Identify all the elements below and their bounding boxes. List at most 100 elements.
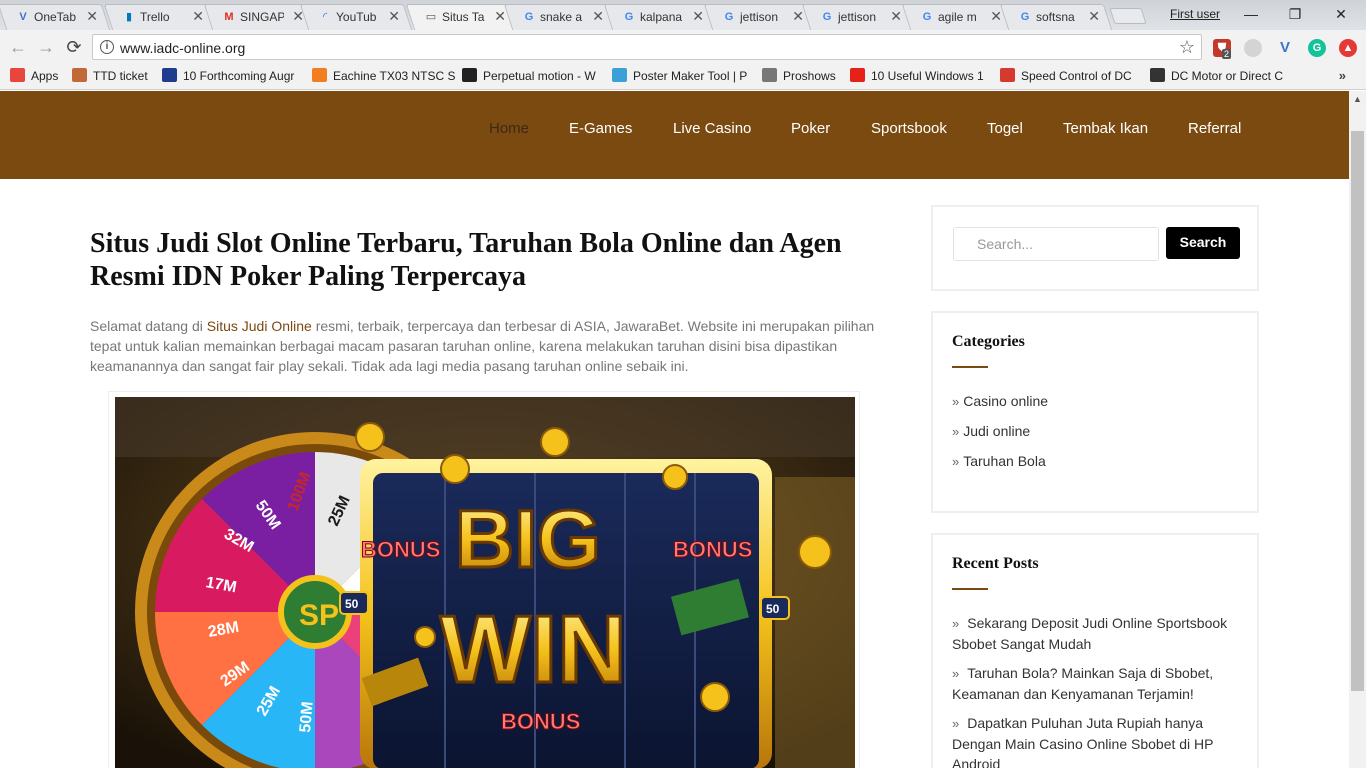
chevron-right-icon: »: [952, 424, 960, 439]
bookmark-item[interactable]: Proshows: [762, 68, 846, 86]
category-link[interactable]: » Taruhan Bola: [952, 453, 1046, 469]
recent-post-link[interactable]: » Dapatkan Puluhan Juta Rupiah hanya Deng…: [952, 713, 1242, 768]
site-info-icon[interactable]: i: [100, 40, 114, 54]
bookmark-item[interactable]: Apps: [10, 68, 68, 86]
nav-e-games[interactable]: E-Games: [569, 120, 632, 137]
tab-close-icon[interactable]: ✕: [192, 8, 204, 25]
categories-widget: Categories » Casino online» Judi online» Ta…: [931, 311, 1259, 513]
scroll-up-arrow-icon[interactable]: ▲: [1349, 91, 1366, 108]
bookmark-item[interactable]: Speed Control of DC: [1000, 68, 1146, 86]
tab-title: jettison: [740, 10, 779, 24]
tab-close-icon[interactable]: ✕: [494, 8, 506, 25]
google-icon: G: [822, 11, 832, 23]
nav-togel[interactable]: Togel: [987, 120, 1023, 137]
tab-close-icon[interactable]: ✕: [692, 8, 704, 25]
browser-tab[interactable]: M SINGAP ✕: [203, 4, 317, 30]
bookmark-label: Speed Control of DC: [1021, 69, 1132, 83]
nav-live-casino[interactable]: Live Casino: [673, 120, 751, 137]
category-link[interactable]: » Casino online: [952, 393, 1048, 409]
page-scrollbar[interactable]: ▲: [1349, 91, 1366, 768]
dc-icon: [1150, 68, 1165, 82]
extension-gray-icon[interactable]: [1244, 39, 1262, 57]
close-window-button[interactable]: ✕: [1318, 3, 1364, 25]
category-label: Casino online: [963, 393, 1049, 409]
bonus-label: BONUS: [361, 537, 440, 562]
search-input[interactable]: Search...: [953, 227, 1159, 261]
browser-tab[interactable]: Gsnake a ✕: [503, 4, 617, 30]
alert-extension-icon[interactable]: ▲: [1339, 39, 1357, 57]
nav-poker[interactable]: Poker: [791, 120, 830, 137]
bookmarks-overflow-button[interactable]: »: [1339, 68, 1346, 83]
back-button[interactable]: ←: [8, 37, 28, 57]
bookmark-item[interactable]: TTD ticket: [72, 68, 158, 86]
intro-text-start: Selamat datang di: [90, 318, 207, 334]
tab-close-icon[interactable]: ✕: [990, 8, 1002, 25]
bookmark-label: Eachine TX03 NTSC S: [333, 69, 456, 83]
scroll-thumb[interactable]: [1351, 131, 1364, 691]
bonus-label: BONUS: [673, 537, 752, 562]
browser-tab[interactable]: Gkalpana ✕: [603, 4, 717, 30]
bookmark-item[interactable]: 10 Forthcoming Augr: [162, 68, 308, 86]
restore-button[interactable]: ❐: [1272, 3, 1318, 25]
recent-posts-widget: Recent Posts » Sekarang Deposit Judi Onli…: [931, 533, 1259, 768]
bookmark-item[interactable]: Perpetual motion - W: [462, 68, 608, 86]
tab-close-icon[interactable]: ✕: [592, 8, 604, 25]
tab-close-icon[interactable]: ✕: [1088, 8, 1100, 25]
grammarly-extension-icon[interactable]: G: [1308, 39, 1326, 57]
tab-title: snake a: [540, 10, 583, 24]
chevron-right-icon: »: [952, 616, 960, 631]
browser-tab[interactable]: ◜ YouTub ✕: [299, 4, 413, 30]
chevron-right-icon: »: [952, 716, 960, 731]
google-icon: G: [624, 11, 634, 23]
tab-title: kalpana: [640, 10, 683, 24]
search-button[interactable]: Search: [1166, 227, 1240, 259]
tab-close-icon[interactable]: ✕: [388, 8, 400, 25]
tab-close-icon[interactable]: ✕: [890, 8, 902, 25]
nav-referral[interactable]: Referral: [1188, 120, 1241, 137]
browser-tab[interactable]: ▭ Situs Ta ✕: [405, 4, 519, 30]
bookmark-item[interactable]: 10 Useful Windows 1: [850, 68, 996, 86]
forward-button[interactable]: →: [36, 37, 56, 57]
tab-title: YouTub: [336, 10, 377, 24]
browser-tab[interactable]: Gsoftsna ✕: [999, 4, 1113, 30]
recent-post-link[interactable]: » Sekarang Deposit Judi Online Sportsbook…: [952, 613, 1242, 654]
address-url[interactable]: www.iadc-online.org: [120, 40, 245, 56]
browser-tab[interactable]: Gjettison ✕: [703, 4, 817, 30]
browser-tab[interactable]: ▮ Trello ✕: [103, 4, 217, 30]
address-bar[interactable]: i www.iadc-online.org ☆: [92, 34, 1202, 60]
nav-home[interactable]: Home: [489, 120, 529, 137]
bookmark-item[interactable]: Eachine TX03 NTSC S: [312, 68, 458, 86]
tab-strip: V OneTab ✕ ▮ Trello ✕ M SINGAP ✕ ◜ YouTub ✕ ▭ Situs T…: [0, 0, 1366, 30]
bookmark-label: Proshows: [783, 69, 836, 83]
situs-judi-online-link[interactable]: Situs Judi Online: [207, 318, 312, 334]
tab-close-icon[interactable]: ✕: [792, 8, 804, 25]
tab-close-icon[interactable]: ✕: [86, 8, 98, 25]
bookmark-label: Perpetual motion - W: [483, 69, 596, 83]
recent-post-link[interactable]: » Taruhan Bola? Mainkan Saja di Sbobet, K…: [952, 663, 1242, 704]
vivaldi-extension-icon[interactable]: V: [1276, 39, 1294, 57]
bookmark-item[interactable]: Poster Maker Tool | P: [612, 68, 758, 86]
nav-tembak-ikan[interactable]: Tembak Ikan: [1063, 120, 1148, 137]
featured-image-frame: SP 100M 25M 50M 32M 17M 28M 29M 25M 50M: [108, 391, 860, 768]
profile-name[interactable]: First user: [1170, 7, 1220, 21]
new-tab-button[interactable]: [1109, 8, 1147, 24]
tab-title: SINGAP: [240, 10, 284, 24]
big-win-banner-image: SP 100M 25M 50M 32M 17M 28M 29M 25M 50M: [115, 397, 855, 768]
h-icon: [162, 68, 177, 82]
nav-sportsbook[interactable]: Sportsbook: [871, 120, 947, 137]
wheel-segment-label: 50M: [297, 701, 317, 733]
google-icon: G: [1020, 11, 1030, 23]
bookmark-item[interactable]: DC Motor or Direct C: [1150, 68, 1290, 86]
minimize-button[interactable]: —: [1228, 3, 1274, 25]
browser-tab[interactable]: Gagile m ✕: [901, 4, 1015, 30]
title-underline: [952, 588, 988, 590]
reload-button[interactable]: ⟳: [64, 37, 84, 57]
tab-title: OneTab: [34, 10, 77, 24]
browser-tab[interactable]: V OneTab ✕: [0, 4, 111, 30]
wikipedia-icon: [462, 68, 477, 82]
wheel-hub-label: SP: [299, 599, 339, 632]
category-link[interactable]: » Judi online: [952, 423, 1030, 439]
bookmark-star-icon[interactable]: ☆: [1179, 37, 1195, 58]
browser-tab[interactable]: Gjettison ✕: [801, 4, 915, 30]
recent-post-label: Taruhan Bola? Mainkan Saja di Sbobet, Ke…: [952, 665, 1214, 702]
